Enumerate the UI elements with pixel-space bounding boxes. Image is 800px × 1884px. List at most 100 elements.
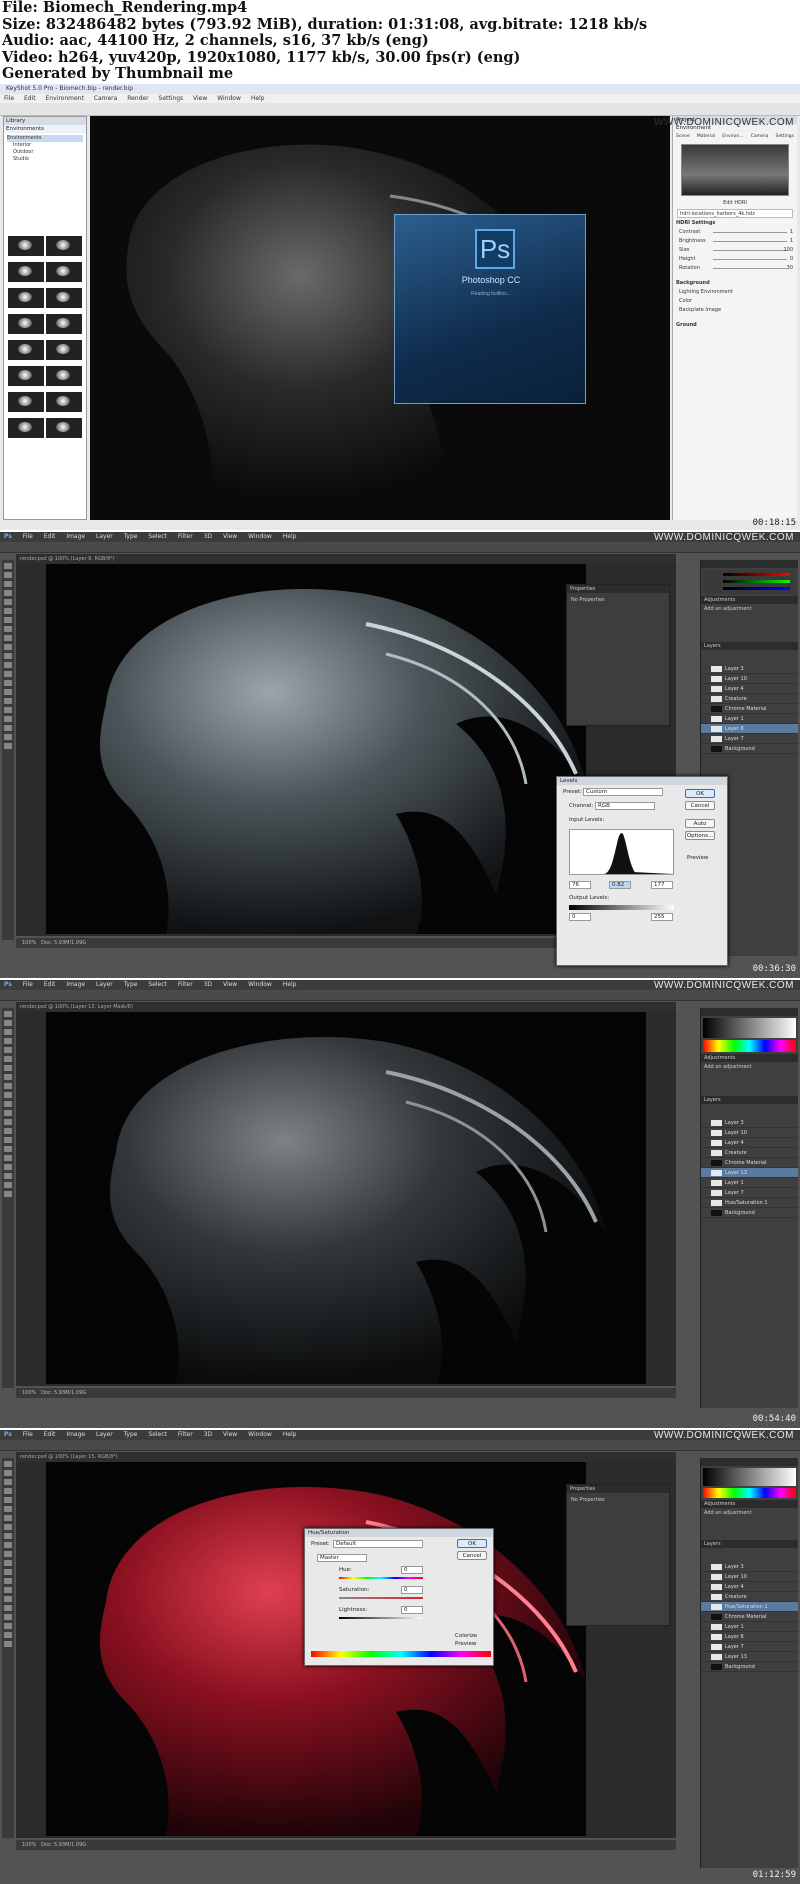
menu-item[interactable]: Window (248, 1431, 272, 1438)
lightness-value[interactable]: 0 (401, 1606, 423, 1614)
menu-item[interactable]: 3D (204, 981, 212, 988)
levels-histogram[interactable] (569, 829, 674, 875)
layer-row-selected[interactable]: Layer 13 (701, 1168, 798, 1178)
tab-scene[interactable]: Scene (676, 134, 690, 139)
ps-toolbox[interactable] (2, 560, 14, 940)
environment-thumbnail[interactable] (46, 236, 82, 256)
menu-item[interactable]: Type (124, 1431, 138, 1438)
saturation-value[interactable]: 0 (401, 1586, 423, 1594)
channel-select[interactable]: Master (317, 1554, 367, 1562)
environment-thumbnail[interactable] (8, 288, 44, 308)
hdri-preview[interactable] (681, 144, 789, 196)
layer-row[interactable]: Layer 1 (701, 1178, 798, 1188)
menu-item[interactable]: Type (124, 981, 138, 988)
menu-item[interactable]: Select (148, 981, 167, 988)
menu-item[interactable]: Edit (44, 981, 56, 988)
layer-row[interactable]: Layer 1 (701, 714, 798, 724)
rotation-value[interactable]: 30 (787, 264, 793, 273)
menu-item[interactable]: File (23, 981, 33, 988)
environment-thumbnail[interactable] (8, 314, 44, 334)
menu-item[interactable]: Layer (96, 533, 113, 540)
ps-canvas[interactable] (16, 1012, 676, 1386)
environment-thumbnail[interactable] (8, 236, 44, 256)
edit-hdri-label[interactable]: Edit HDRI (673, 199, 797, 208)
menu-item[interactable]: View (223, 981, 237, 988)
menu-item[interactable]: File (4, 95, 14, 102)
menu-item[interactable]: 3D (204, 1431, 212, 1438)
layer-row[interactable]: Layer 10 (701, 674, 798, 684)
output-black[interactable]: 0 (569, 913, 591, 921)
layers-options[interactable] (701, 650, 798, 664)
menu-item[interactable]: View (193, 95, 207, 102)
cancel-button[interactable]: Cancel (685, 801, 715, 810)
adjustment-icons[interactable] (701, 1518, 798, 1540)
menu-item[interactable]: Help (283, 1431, 297, 1438)
color-sliders[interactable] (703, 570, 796, 594)
height-slider[interactable] (713, 259, 787, 260)
menu-item[interactable]: Image (66, 1431, 85, 1438)
preset-select[interactable]: Custom (583, 788, 663, 796)
ps-toolbox[interactable] (2, 1458, 14, 1838)
hdri-settings-heading[interactable]: HDRI Settings (673, 219, 797, 228)
layer-row[interactable]: Creature (701, 1148, 798, 1158)
preview-checkbox[interactable]: Preview (455, 1641, 476, 1647)
menu-item[interactable]: Edit (44, 533, 56, 540)
library-tab-environments[interactable]: Environments (4, 125, 86, 133)
layer-row[interactable]: Layer 10 (701, 1572, 798, 1582)
menu-item[interactable]: View (223, 533, 237, 540)
preset-select[interactable]: Default (333, 1540, 423, 1548)
menu-item[interactable]: Environment (46, 95, 84, 102)
cancel-button[interactable]: Cancel (457, 1551, 487, 1560)
document-tab[interactable]: render.psd @ 100% (Layer 15, RGB/8*) (16, 1452, 676, 1462)
layers-options[interactable] (701, 1548, 798, 1562)
menu-item[interactable]: File (23, 1431, 33, 1438)
layer-row[interactable]: Background (701, 744, 798, 754)
menu-item[interactable]: Image (66, 981, 85, 988)
zoom-level[interactable]: 100% (22, 1842, 36, 1848)
adjustment-icons[interactable] (701, 1072, 798, 1096)
environment-thumbnail[interactable] (46, 262, 82, 282)
layer-row[interactable]: Background (701, 1208, 798, 1218)
menu-item[interactable]: Edit (24, 95, 36, 102)
output-white[interactable]: 255 (651, 913, 673, 921)
channel-select[interactable]: RGB (595, 802, 655, 810)
layer-row[interactable]: Chrome Material (701, 704, 798, 714)
swatches[interactable] (703, 1488, 796, 1498)
background-heading[interactable]: Background (673, 279, 797, 288)
tree-item[interactable]: Outdoor (7, 149, 83, 156)
zoom-level[interactable]: 100% (22, 1390, 36, 1396)
zoom-level[interactable]: 100% (22, 940, 36, 946)
options-button[interactable]: Options... (685, 831, 715, 840)
layer-row[interactable]: Layer 3 (701, 1118, 798, 1128)
layer-row[interactable]: Layer 3 (701, 1562, 798, 1572)
layer-row[interactable]: Chrome Material (701, 1158, 798, 1168)
hue-slider[interactable] (339, 1577, 423, 1579)
auto-button[interactable]: Auto (685, 819, 715, 828)
menu-item[interactable]: Settings (159, 95, 184, 102)
hue-value[interactable]: 0 (401, 1566, 423, 1574)
color-ramp[interactable] (703, 1468, 796, 1486)
adjustment-icons[interactable] (701, 614, 798, 642)
environment-thumbnail[interactable] (8, 366, 44, 386)
menu-item[interactable]: Edit (44, 1431, 56, 1438)
hdri-file-field[interactable]: hdri-locations_harbors_4k.hdz (677, 209, 793, 218)
menu-item[interactable]: Window (217, 95, 241, 102)
size-slider[interactable] (713, 250, 787, 251)
layer-row[interactable]: Background (701, 1662, 798, 1672)
menu-item[interactable]: Window (248, 533, 272, 540)
layer-row[interactable]: Creature (701, 694, 798, 704)
layer-row[interactable]: Layer 10 (701, 1128, 798, 1138)
height-value[interactable]: 0 (790, 255, 793, 264)
saturation-slider[interactable] (339, 1597, 423, 1599)
keyshot-viewport[interactable]: Ps Photoshop CC Reading builtins... (90, 116, 670, 520)
tab-environment[interactable]: Environ... (722, 134, 743, 139)
input-gamma[interactable]: 0.82 (609, 881, 631, 889)
input-white[interactable]: 177 (651, 881, 673, 889)
menu-item[interactable]: Select (148, 1431, 167, 1438)
menu-item[interactable]: File (23, 533, 33, 540)
menu-item[interactable]: Layer (96, 1431, 113, 1438)
environment-thumbnail[interactable] (46, 314, 82, 334)
environment-thumbnail[interactable] (46, 340, 82, 360)
layer-row-selected[interactable]: Hue/Saturation 1 (701, 1602, 798, 1612)
environment-thumbnail[interactable] (46, 418, 82, 438)
